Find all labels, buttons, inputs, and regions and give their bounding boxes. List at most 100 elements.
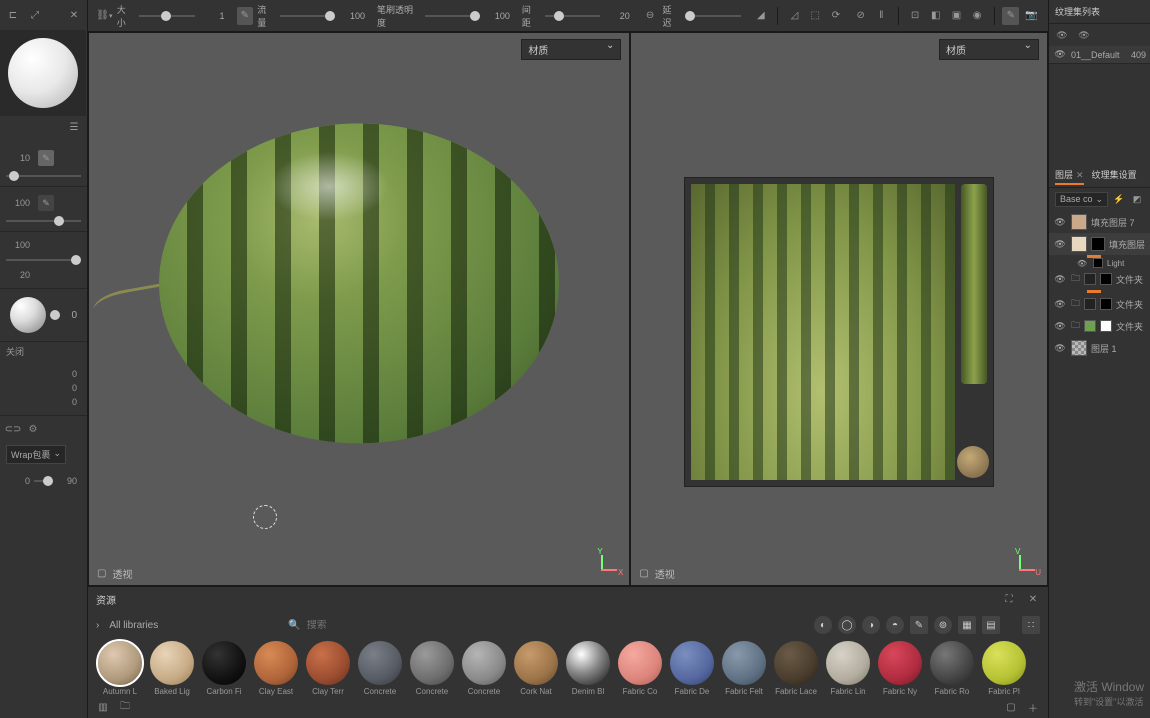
- tab-layers[interactable]: 图层✕: [1055, 168, 1084, 183]
- mask-icon[interactable]: ◩: [1130, 193, 1144, 207]
- vis-icon[interactable]: 👁: [1053, 343, 1067, 354]
- angle-slider[interactable]: [34, 475, 53, 487]
- pen-icon[interactable]: ✎: [38, 150, 54, 166]
- size-slider[interactable]: [139, 10, 194, 22]
- viewport-3d[interactable]: 材质 ▢ 透视 Y X: [89, 33, 629, 585]
- channel-dropdown[interactable]: Base co⌄: [1055, 192, 1108, 207]
- asset-item[interactable]: Fabric De: [668, 641, 716, 696]
- alpha-slider[interactable]: [50, 309, 53, 321]
- filter-alpha-icon[interactable]: ⊚: [934, 616, 952, 634]
- filter-mask-icon[interactable]: ◓: [886, 616, 904, 634]
- opacity-slider[interactable]: [425, 10, 480, 22]
- asset-item[interactable]: Baked Lig: [148, 641, 196, 696]
- assets-folder-icon[interactable]: 🗀: [118, 700, 132, 714]
- texset-item[interactable]: 01__Default: [1071, 50, 1127, 60]
- paint-icon[interactable]: ✎: [1002, 7, 1019, 25]
- asset-item[interactable]: Clay East: [252, 641, 300, 696]
- render-icon[interactable]: 📷: [1023, 7, 1040, 25]
- flow-slider[interactable]: [280, 10, 335, 22]
- viewport-2d[interactable]: 材质 ▢ 透视 V U: [631, 33, 1047, 585]
- mirror-y-icon[interactable]: ⬚: [807, 7, 824, 25]
- tab-texset-settings[interactable]: 纹理集设置: [1092, 168, 1137, 183]
- wrap-dropdown[interactable]: Wrap包裹⌄: [6, 445, 66, 464]
- asset-item[interactable]: Carbon Fi: [200, 641, 248, 696]
- asset-item[interactable]: Fabric Lace: [772, 641, 820, 696]
- pressure-size-icon[interactable]: ✎: [237, 7, 254, 25]
- prop-size-slider[interactable]: [6, 170, 81, 182]
- effects-icon[interactable]: ⚡: [1112, 193, 1126, 207]
- expand-icon[interactable]: ⤢: [28, 8, 42, 22]
- visibility-all-icon[interactable]: 👁: [1055, 28, 1069, 42]
- target-icon[interactable]: ⊘: [852, 7, 869, 25]
- filter-brush-icon[interactable]: ✎: [910, 616, 928, 634]
- layer-folder-1[interactable]: 👁 🗀 文件夹: [1049, 268, 1150, 290]
- settings-lines-icon[interactable]: ☰: [67, 120, 81, 134]
- filter-material-icon[interactable]: ◯: [838, 616, 856, 634]
- spacing-slider[interactable]: [545, 10, 600, 22]
- steady-icon[interactable]: ⊖: [642, 7, 659, 25]
- pen-icon[interactable]: ✎: [38, 195, 54, 211]
- filter-smart-icon[interactable]: ◑: [862, 616, 880, 634]
- asset-item[interactable]: Fabric Ny: [876, 641, 924, 696]
- wireframe-toggle[interactable]: ▢: [97, 568, 106, 579]
- filter-all-icon[interactable]: ◐: [814, 616, 832, 634]
- assets-import-icon[interactable]: ▥: [96, 700, 110, 714]
- asset-item[interactable]: Concrete: [356, 641, 404, 696]
- layer-mask-thumb[interactable]: [1091, 237, 1105, 251]
- sym-icon[interactable]: ◢: [753, 7, 770, 25]
- vis-icon[interactable]: 👁: [1053, 217, 1067, 228]
- assets-search-input[interactable]: [307, 620, 427, 631]
- asset-item[interactable]: Cork Nat: [512, 641, 560, 696]
- asset-item[interactable]: Fabric Co: [616, 641, 664, 696]
- link-icon[interactable]: ⊂⊃: [6, 422, 20, 436]
- ortho-icon[interactable]: ⊡: [907, 7, 924, 25]
- vp2d-shading-dropdown[interactable]: 材质: [939, 39, 1039, 60]
- vis-icon[interactable]: 👁: [1053, 274, 1067, 285]
- libraries-dropdown[interactable]: All libraries: [109, 620, 158, 631]
- lazy-slider[interactable]: [685, 10, 740, 22]
- view-tiles-icon[interactable]: ∷: [1022, 616, 1040, 634]
- texset-vis-icon[interactable]: 👁: [1053, 49, 1067, 60]
- aperture-icon[interactable]: ◉: [969, 7, 986, 25]
- layer-fill7[interactable]: 👁 填充图层 7: [1049, 211, 1150, 233]
- mirror-x-icon[interactable]: ◿: [786, 7, 803, 25]
- prop-opacity-slider[interactable]: [6, 254, 81, 266]
- layer-fill-active[interactable]: 👁 填充图层: [1049, 233, 1150, 255]
- vis-icon[interactable]: 👁: [1053, 321, 1067, 332]
- assets-add-icon[interactable]: ＋: [1026, 700, 1040, 714]
- asset-item[interactable]: Concrete: [408, 641, 456, 696]
- mirror-z-icon[interactable]: ⟳: [828, 7, 845, 25]
- pin-icon[interactable]: ⊏: [6, 8, 20, 22]
- pause-icon[interactable]: ‖: [873, 7, 890, 25]
- brush-alpha-preview[interactable]: [10, 297, 46, 333]
- close-icon[interactable]: ✕: [67, 8, 81, 22]
- asset-item[interactable]: Fabric Lin: [824, 641, 872, 696]
- vp3d-shading-dropdown[interactable]: 材质: [521, 39, 621, 60]
- asset-item[interactable]: Clay Terr: [304, 641, 352, 696]
- asset-item[interactable]: Fabric Ro: [928, 641, 976, 696]
- asset-item[interactable]: Fabric Felt: [720, 641, 768, 696]
- brush-dropdown-icon[interactable]: ⛓▾: [96, 7, 113, 25]
- brush-preview[interactable]: [0, 30, 86, 116]
- gear-icon[interactable]: ⚙: [26, 422, 40, 436]
- vis-icon[interactable]: 👁: [1053, 299, 1067, 310]
- layer-folder-2[interactable]: 👁 🗀 文件夹: [1049, 293, 1150, 315]
- asset-item[interactable]: Fabric Pl: [980, 641, 1028, 696]
- view-grid-small-icon[interactable]: ▦: [958, 616, 976, 634]
- sublayer-light[interactable]: 👁 Light: [1049, 258, 1150, 268]
- assets-collapse-icon[interactable]: ▢: [1004, 700, 1018, 714]
- visibility-iso-icon[interactable]: 👁: [1077, 28, 1091, 42]
- asset-item[interactable]: Autumn L: [96, 641, 144, 696]
- layer-folder-3[interactable]: 👁 🗀 文件夹: [1049, 315, 1150, 337]
- tab-close-icon[interactable]: ✕: [1076, 170, 1084, 180]
- camera-icon[interactable]: ▣: [948, 7, 965, 25]
- view-grid-icon[interactable]: ▤: [982, 616, 1000, 634]
- prop-flow-slider[interactable]: [6, 215, 81, 227]
- asset-item[interactable]: Concrete: [460, 641, 508, 696]
- assets-close-icon[interactable]: ✕: [1026, 592, 1040, 606]
- vis-icon[interactable]: 👁: [1053, 239, 1067, 250]
- assets-maximize-icon[interactable]: ⛶: [1002, 592, 1016, 606]
- asset-item[interactable]: Denim Bl: [564, 641, 612, 696]
- wireframe-toggle-2d[interactable]: ▢: [639, 568, 648, 579]
- cube-icon[interactable]: ◧: [927, 7, 944, 25]
